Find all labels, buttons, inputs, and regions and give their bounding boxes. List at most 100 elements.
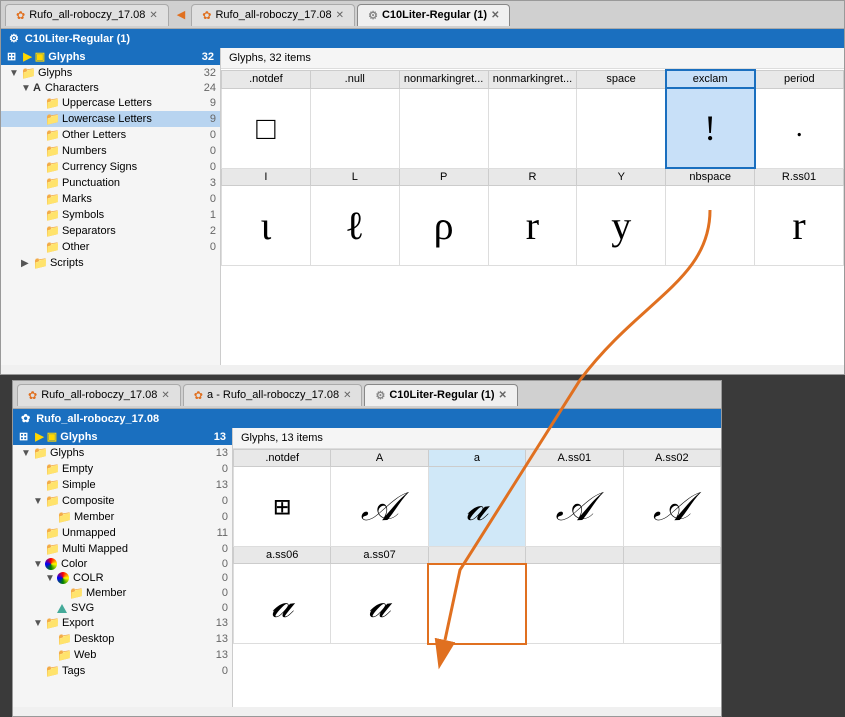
bth-a-lower[interactable]: a (428, 450, 525, 467)
bglyph-ass02[interactable]: 𝒜 (623, 467, 720, 547)
tree-item-lowercase[interactable]: 📁 Lowercase Letters 9 (1, 111, 220, 127)
bglyph-empty3[interactable] (623, 564, 720, 644)
tree-item-currency[interactable]: 📁 Currency Signs 0 (1, 159, 220, 175)
bottom-tree-simple[interactable]: 📁 Simple 13 (13, 477, 232, 493)
bottom-tab-close-3[interactable]: ✕ (499, 390, 507, 401)
bth-ass02[interactable]: A.ss02 (623, 450, 720, 467)
bottom-tree-export[interactable]: ▼ 📁 Export 13 (13, 615, 232, 631)
bottom-tree-web[interactable]: 📁 Web 13 (13, 647, 232, 663)
th-i[interactable]: I (222, 168, 311, 186)
glyph-cell-nm2[interactable] (488, 88, 577, 168)
bottom-tree-desktop[interactable]: 📁 Desktop 13 (13, 631, 232, 647)
bglyph-char-ass01: 𝒜 (526, 483, 622, 530)
folder-icon-currency: 📁 (45, 160, 60, 174)
tree-item-other[interactable]: 📁 Other 0 (1, 239, 220, 255)
folder-icon-uppercase: 📁 (45, 96, 60, 110)
bottom-tree-svg[interactable]: SVG 0 (13, 601, 232, 615)
glyph-cell-period[interactable]: . (755, 88, 844, 168)
th-rss01[interactable]: R.ss01 (755, 168, 844, 186)
bglyph-ass06[interactable]: 𝒶 (234, 564, 331, 644)
glyph-cell-nm1[interactable] (399, 88, 488, 168)
tab-rufo-2[interactable]: ✿ Rufo_all-roboczy_17.08 ✕ (191, 4, 355, 26)
tab-close-3[interactable]: ✕ (491, 10, 499, 21)
bth-ass07[interactable]: a.ss07 (331, 547, 428, 564)
bottom-tree-tags[interactable]: 📁 Tags 0 (13, 663, 232, 679)
th-nonmarking2[interactable]: nonmarkingret... (488, 70, 577, 88)
bth-empty3[interactable] (623, 547, 720, 564)
tree-item-glyphs[interactable]: ▼ 📁 Glyphs 32 (1, 65, 220, 81)
th-r[interactable]: R (488, 168, 577, 186)
glyph-cell-space[interactable] (577, 88, 666, 168)
bottom-tree-unmapped[interactable]: 📁 Unmapped 11 (13, 525, 232, 541)
bglyph-a-lower[interactable]: 𝒶 (428, 467, 525, 547)
glyph-cell-nbspace[interactable] (666, 186, 755, 266)
bglyph-empty2[interactable] (526, 564, 623, 644)
glyph-cell-r[interactable]: r (488, 186, 577, 266)
glyph-char-rss01: r (755, 202, 843, 249)
bottom-tree-member1[interactable]: 📁 Member 0 (13, 509, 232, 525)
glyph-cell-null[interactable] (310, 88, 399, 168)
glyph-cell-p[interactable]: ρ (399, 186, 488, 266)
tree-item-marks[interactable]: 📁 Marks 0 (1, 191, 220, 207)
th-space[interactable]: space (577, 70, 666, 88)
bottom-tab-a-rufo[interactable]: ✿ a - Rufo_all-roboczy_17.08 ✕ (183, 384, 363, 406)
bottom-tree-colr[interactable]: ▼ COLR 0 (13, 571, 232, 585)
tree-item-punctuation[interactable]: 📁 Punctuation 3 (1, 175, 220, 191)
bottom-tree-empty[interactable]: 📁 Empty 0 (13, 461, 232, 477)
bglyph-char-ass07: 𝒶 (331, 580, 427, 627)
tree-item-numbers[interactable]: 📁 Numbers 0 (1, 143, 220, 159)
bottom-tree-multimapped[interactable]: 📁 Multi Mapped 0 (13, 541, 232, 557)
tab-close-2[interactable]: ✕ (336, 10, 344, 21)
tab-close-1[interactable]: ✕ (149, 10, 157, 21)
bth-ass06[interactable]: a.ss06 (234, 547, 331, 564)
bottom-tree-glyphs[interactable]: ▼ 📁 Glyphs 13 (13, 445, 232, 461)
bottom-tab-c10[interactable]: ⚙ C10Liter-Regular (1) ✕ (364, 384, 517, 406)
th-y[interactable]: Y (577, 168, 666, 186)
bottom-tab-close-2[interactable]: ✕ (343, 390, 351, 401)
tree-item-symbols[interactable]: 📁 Symbols 1 (1, 207, 220, 223)
th-period[interactable]: period (755, 70, 844, 88)
tree-item-uppercase[interactable]: 📁 Uppercase Letters 9 (1, 95, 220, 111)
bottom-tree-composite[interactable]: ▼ 📁 Composite 0 (13, 493, 232, 509)
bottom-tree-color[interactable]: ▼ Color 0 (13, 557, 232, 571)
th-nbspace[interactable]: nbspace (666, 168, 755, 186)
top-tree-header: ⊞ ▶ ▣ Glyphs 32 (1, 48, 220, 65)
th-l[interactable]: L (310, 168, 399, 186)
tree-item-separators[interactable]: 📁 Separators 2 (1, 223, 220, 239)
bglyph-a[interactable]: 𝒜 (331, 467, 428, 547)
glyph-cell-i[interactable]: ɩ (222, 186, 311, 266)
bth-empty1[interactable] (428, 547, 525, 564)
bth-a[interactable]: A (331, 450, 428, 467)
glyph-cell-rss01[interactable]: r (755, 186, 844, 266)
bth-notdef[interactable]: .notdef (234, 450, 331, 467)
glyph-cell-y[interactable]: y (577, 186, 666, 266)
bglyph-ass07[interactable]: 𝒶 (331, 564, 428, 644)
glyph-cell-l[interactable]: ℓ (310, 186, 399, 266)
th-p[interactable]: P (399, 168, 488, 186)
bglyph-ass01[interactable]: 𝒜 (526, 467, 623, 547)
th-nonmarking1[interactable]: nonmarkingret... (399, 70, 488, 88)
tab-c10-1[interactable]: ⚙ C10Liter-Regular (1) ✕ (357, 4, 510, 26)
bottom-expand-all-icon[interactable]: ⊞ (19, 431, 28, 443)
expand-all-icon[interactable]: ⊞ (7, 51, 16, 63)
th-notdef[interactable]: .notdef (222, 70, 311, 88)
th-exclam[interactable]: exclam (666, 70, 755, 88)
tree-item-other-letters[interactable]: 📁 Other Letters 0 (1, 127, 220, 143)
bottom-tab-close-1[interactable]: ✕ (161, 390, 169, 401)
tree-item-scripts[interactable]: ▶ 📁 Scripts (1, 255, 220, 271)
tree-item-characters[interactable]: ▼ A Characters 24 (1, 81, 220, 95)
glyph-cell-notdef[interactable]: □ (222, 88, 311, 168)
th-null[interactable]: .null (310, 70, 399, 88)
bglyph-notdef[interactable]: ⊞ (234, 467, 331, 547)
bth-ass01[interactable]: A.ss01 (526, 450, 623, 467)
bottom-tree-member2[interactable]: 📁 Member 0 (13, 585, 232, 601)
bth-empty2[interactable] (526, 547, 623, 564)
bglyph-target-cell[interactable] (428, 564, 525, 644)
bottom-folder-tags: 📁 (45, 664, 60, 678)
tab-rufo-1[interactable]: ✿ Rufo_all-roboczy_17.08 ✕ (5, 4, 169, 26)
bottom-tab-rufo-1[interactable]: ✿ Rufo_all-roboczy_17.08 ✕ (17, 384, 181, 406)
top-tree-panel: ⊞ ▶ ▣ Glyphs 32 ▼ 📁 Glyphs 32 ▼ A Charac… (1, 48, 221, 365)
bottom-tab-label-2: a - Rufo_all-roboczy_17.08 (207, 389, 339, 401)
glyph-cell-exclam[interactable]: ! (666, 88, 755, 168)
glyph-char-notdef: □ (222, 110, 310, 147)
